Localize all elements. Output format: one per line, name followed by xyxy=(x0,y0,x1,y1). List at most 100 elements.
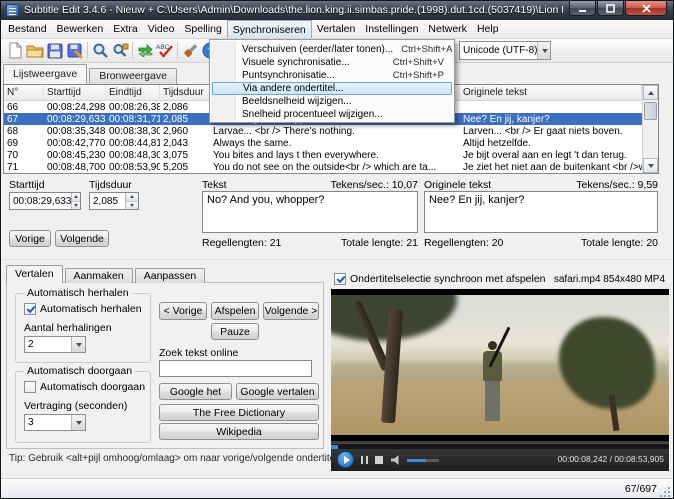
table-row[interactable]: 71 00:08:48,700 00:08:53,905 5,205 You d… xyxy=(4,161,658,173)
menu-bewerken[interactable]: Bewerken xyxy=(52,20,109,38)
menu-instellingen[interactable]: Instellingen xyxy=(360,20,423,38)
text-textarea[interactable]: No? And you, whopper? xyxy=(202,191,418,233)
scroll-up-icon[interactable] xyxy=(643,85,658,100)
replace-icon[interactable] xyxy=(110,40,130,61)
duration-spinner[interactable]: 2,085 xyxy=(89,192,139,210)
menu-item-visuele-synchronisatie[interactable]: Visuele synchronisatie... Ctrl+Shift+V xyxy=(210,56,454,69)
tekst-cps-label: Tekens/sec.: 10,07 xyxy=(330,179,418,191)
menu-spelling[interactable]: Spelling xyxy=(179,20,226,38)
starttime-spinner[interactable]: 00:08:29,633 xyxy=(9,192,81,210)
pause-icon[interactable] xyxy=(361,456,368,464)
checkbox-checked-icon[interactable] xyxy=(24,303,36,315)
open-folder-icon[interactable] xyxy=(25,40,45,61)
minimize-button[interactable] xyxy=(569,1,596,16)
chevron-down-icon[interactable] xyxy=(537,42,550,59)
menu-item-verschuiven[interactable]: Verschuiven (eerder/later tonen)... Ctrl… xyxy=(210,43,454,56)
scrollbar-thumb[interactable] xyxy=(644,102,657,120)
spell-check-icon[interactable]: ABC xyxy=(155,40,175,61)
tab-bronweergave[interactable]: Bronweergave xyxy=(89,68,177,84)
sync-playback-checkbox[interactable]: Ondertitelselectie synchroon met afspele… xyxy=(334,273,546,285)
encoding-combobox[interactable]: Unicode (UTF-8) xyxy=(459,41,551,60)
original-text-textarea[interactable]: Nee? En jij, kanjer? xyxy=(424,191,658,233)
auto-repeat-checkbox[interactable]: Automatisch herhalen xyxy=(24,303,142,315)
volume-icon[interactable] xyxy=(391,455,399,465)
col-original[interactable]: Originele tekst xyxy=(460,85,642,100)
new-icon[interactable] xyxy=(5,40,25,61)
menu-netwerk[interactable]: Netwerk xyxy=(423,20,472,38)
spin-down-icon[interactable] xyxy=(72,200,80,209)
search-online-input[interactable] xyxy=(159,360,312,377)
tab-lijstweergave[interactable]: Lijstweergave xyxy=(3,64,88,84)
auto-continue-checkbox[interactable]: Automatisch doorgaan xyxy=(24,381,145,393)
spin-up-icon[interactable] xyxy=(126,193,138,201)
volume-slider[interactable] xyxy=(407,459,439,462)
tekst-label: Tekst xyxy=(202,179,227,191)
google-it-button[interactable]: Google het xyxy=(159,383,232,400)
window-title: Subtitle Edit 3.4.6 - Nieuw + C:\Users\A… xyxy=(24,4,563,16)
checkbox-checked-icon[interactable] xyxy=(334,273,346,285)
save-as-icon[interactable] xyxy=(65,40,85,61)
video-time-display: 00:00:08,242 / 00:08:53,905 xyxy=(557,454,664,464)
tijdsduur-label: Tijdsduur xyxy=(89,179,132,191)
free-dictionary-button[interactable]: The Free Dictionary xyxy=(159,404,319,421)
shortcut-label: Ctrl+Shift+P xyxy=(392,70,444,81)
volgende-button[interactable]: Volgende xyxy=(55,230,109,247)
prev-subtitle-button[interactable]: < Vorige xyxy=(159,302,207,320)
scroll-down-icon[interactable] xyxy=(643,158,658,173)
chevron-down-icon[interactable] xyxy=(71,337,85,352)
settings-icon[interactable] xyxy=(180,40,200,61)
menu-extra[interactable]: Extra xyxy=(108,20,143,38)
bottom-tab-strip: Vertalen Aanmaken Aanpassen xyxy=(6,265,207,283)
titlebar[interactable]: Subtitle Edit 3.4.6 - Nieuw + C:\Users\A… xyxy=(1,1,673,20)
stop-icon[interactable] xyxy=(375,456,383,464)
save-icon[interactable] xyxy=(45,40,65,61)
menu-item-snelheid-procentueel[interactable]: Snelheid procentueel wijzigen... xyxy=(210,108,454,121)
menu-vertalen[interactable]: Vertalen xyxy=(312,20,361,38)
play-icon[interactable] xyxy=(337,451,354,468)
table-row[interactable]: 68 00:08:35,348 00:08:38,308 2,960 Larva… xyxy=(4,125,658,137)
menu-item-puntsynchronisatie[interactable]: Puntsynchronisatie... Ctrl+Shift+P xyxy=(210,69,454,82)
vorige-button[interactable]: Vorige xyxy=(9,230,51,247)
tab-aanmaken[interactable]: Aanmaken xyxy=(64,268,133,283)
splitter[interactable] xyxy=(1,259,673,263)
video-screen[interactable] xyxy=(331,289,669,441)
google-translate-button[interactable]: Google vertalen xyxy=(236,383,319,400)
next-subtitle-button[interactable]: Volgende > xyxy=(263,302,319,320)
table-row[interactable]: 69 00:08:42,770 00:08:44,813 2,043 Alway… xyxy=(4,137,658,149)
menu-synchroniseren[interactable]: Synchroniseren xyxy=(226,20,312,38)
starttijd-label: Starttijd xyxy=(9,179,45,191)
video-progress-bar[interactable] xyxy=(331,443,669,449)
spin-up-icon[interactable] xyxy=(72,193,80,201)
tab-aanpassen[interactable]: Aanpassen xyxy=(134,268,206,283)
menu-help[interactable]: Help xyxy=(472,20,504,38)
visual-sync-icon[interactable] xyxy=(135,40,155,61)
repeat-count-label: Aantal herhalingen xyxy=(24,322,112,334)
chevron-down-icon[interactable] xyxy=(71,415,85,430)
find-icon[interactable] xyxy=(90,40,110,61)
shortcut-label: Ctrl+Shift+A xyxy=(401,44,453,55)
col-start[interactable]: Starttijd xyxy=(44,85,106,100)
video-controls-bar: 00:00:08,242 / 00:08:53,905 xyxy=(331,441,669,471)
delay-combobox[interactable]: 3 xyxy=(24,414,86,431)
spin-down-icon[interactable] xyxy=(126,200,138,209)
checkbox-unchecked-icon[interactable] xyxy=(24,381,36,393)
tip-label: Tip: Gebruik <alt+pijl omhoog/omlaag> om… xyxy=(9,453,374,464)
menu-video[interactable]: Video xyxy=(143,20,180,38)
tab-vertalen[interactable]: Vertalen xyxy=(6,265,63,283)
col-duration[interactable]: Tijdsduur xyxy=(160,85,210,100)
wikipedia-button[interactable]: Wikipedia xyxy=(159,423,319,440)
pause-button[interactable]: Pauze xyxy=(211,323,259,340)
list-scrollbar[interactable] xyxy=(642,85,658,173)
play-subtitle-button[interactable]: Afspelen xyxy=(211,302,259,320)
menu-bestand[interactable]: Bestand xyxy=(3,20,52,38)
search-online-label: Zoek tekst online xyxy=(159,347,239,359)
col-end[interactable]: Eindtijd xyxy=(106,85,160,100)
maximize-button[interactable] xyxy=(597,1,624,16)
menu-item-via-andere-ondertitel[interactable]: Via andere ondertitel... xyxy=(212,82,452,95)
table-row[interactable]: 70 00:08:45,230 00:08:48,305 3,075 You b… xyxy=(4,149,658,161)
close-button[interactable] xyxy=(625,1,667,16)
resize-grip-icon[interactable] xyxy=(668,495,670,497)
menu-item-beeldsnelheid[interactable]: Beeldsnelheid wijzigen... xyxy=(210,95,454,108)
col-number[interactable]: N° xyxy=(4,85,44,100)
repeat-count-combobox[interactable]: 2 xyxy=(24,336,86,353)
